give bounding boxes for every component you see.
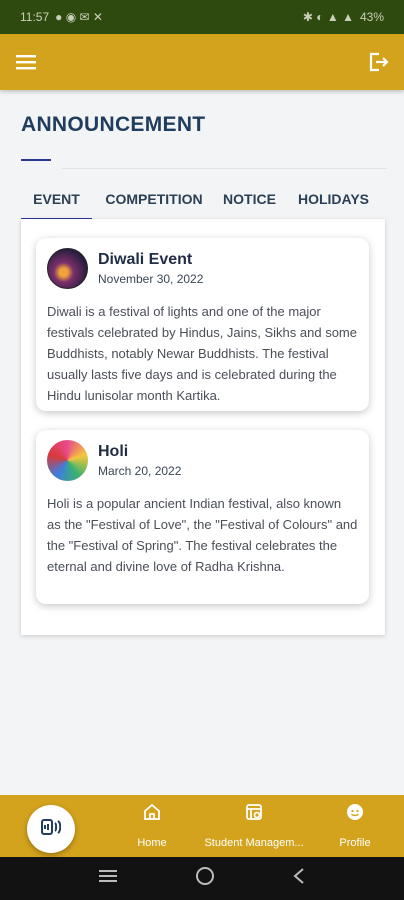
tab-notice[interactable]: NOTICE (216, 180, 283, 218)
nav-home-label: Home (137, 837, 167, 849)
announcement-title: Diwali Event (98, 251, 193, 268)
tab-event[interactable]: EVENT (21, 180, 92, 220)
nav-home[interactable]: Home (127, 803, 177, 849)
announcement-list: Diwali Event November 30, 2022 Diwali is… (21, 219, 385, 635)
notification-icons: ● ◉ ✉ ✕ (55, 10, 103, 24)
announcement-body: Diwali is a festival of lights and one o… (47, 304, 357, 403)
announcement-date: November 30, 2022 (98, 272, 204, 286)
page-title: ANNOUNCEMENT (21, 113, 206, 136)
status-time: 11:57 (20, 10, 50, 24)
event-thumbnail (47, 248, 88, 289)
tab-competition[interactable]: COMPETITION (92, 180, 216, 218)
system-navigation-bar (0, 857, 404, 900)
announcement-date: March 20, 2022 (98, 464, 182, 478)
tab-holidays[interactable]: HOLIDAYS (283, 180, 384, 218)
announcement-card[interactable]: Holi March 20, 2022 Holi is a popular an… (36, 430, 369, 604)
nav-profile[interactable]: Profile (330, 803, 380, 849)
recents-icon[interactable] (98, 868, 118, 889)
back-icon[interactable] (292, 867, 306, 890)
attendance-icon (41, 818, 62, 841)
logout-icon[interactable] (366, 50, 390, 74)
nav-student-management[interactable]: Student Managem... (200, 803, 308, 849)
profile-icon (346, 803, 364, 826)
announcement-card[interactable]: Diwali Event November 30, 2022 Diwali is… (36, 238, 369, 411)
event-thumbnail (47, 440, 88, 481)
nav-profile-label: Profile (339, 837, 371, 849)
nav-student-management-label: Student Managem... (204, 837, 304, 849)
home-icon (143, 803, 161, 826)
app-bar (0, 34, 404, 90)
student-management-icon (245, 803, 263, 826)
title-underline (21, 159, 51, 161)
announcement-title: Holi (98, 443, 129, 460)
announcement-body: Holi is a popular ancient Indian festiva… (47, 496, 358, 574)
announcement-tabs: EVENT COMPETITION NOTICE HOLIDAYS (21, 180, 385, 220)
status-bar: 11:57 ● ◉ ✉ ✕ ✱ ◐ ▲ ▲ 43% (0, 0, 404, 34)
title-divider (62, 168, 387, 169)
home-circle-icon[interactable] (195, 866, 215, 891)
attendance-fab-button[interactable] (27, 805, 75, 853)
battery-level: 43% (359, 10, 384, 24)
signal-icons: ✱ ◐ ▲ ▲ (302, 10, 354, 24)
hamburger-menu-icon[interactable] (14, 50, 38, 74)
